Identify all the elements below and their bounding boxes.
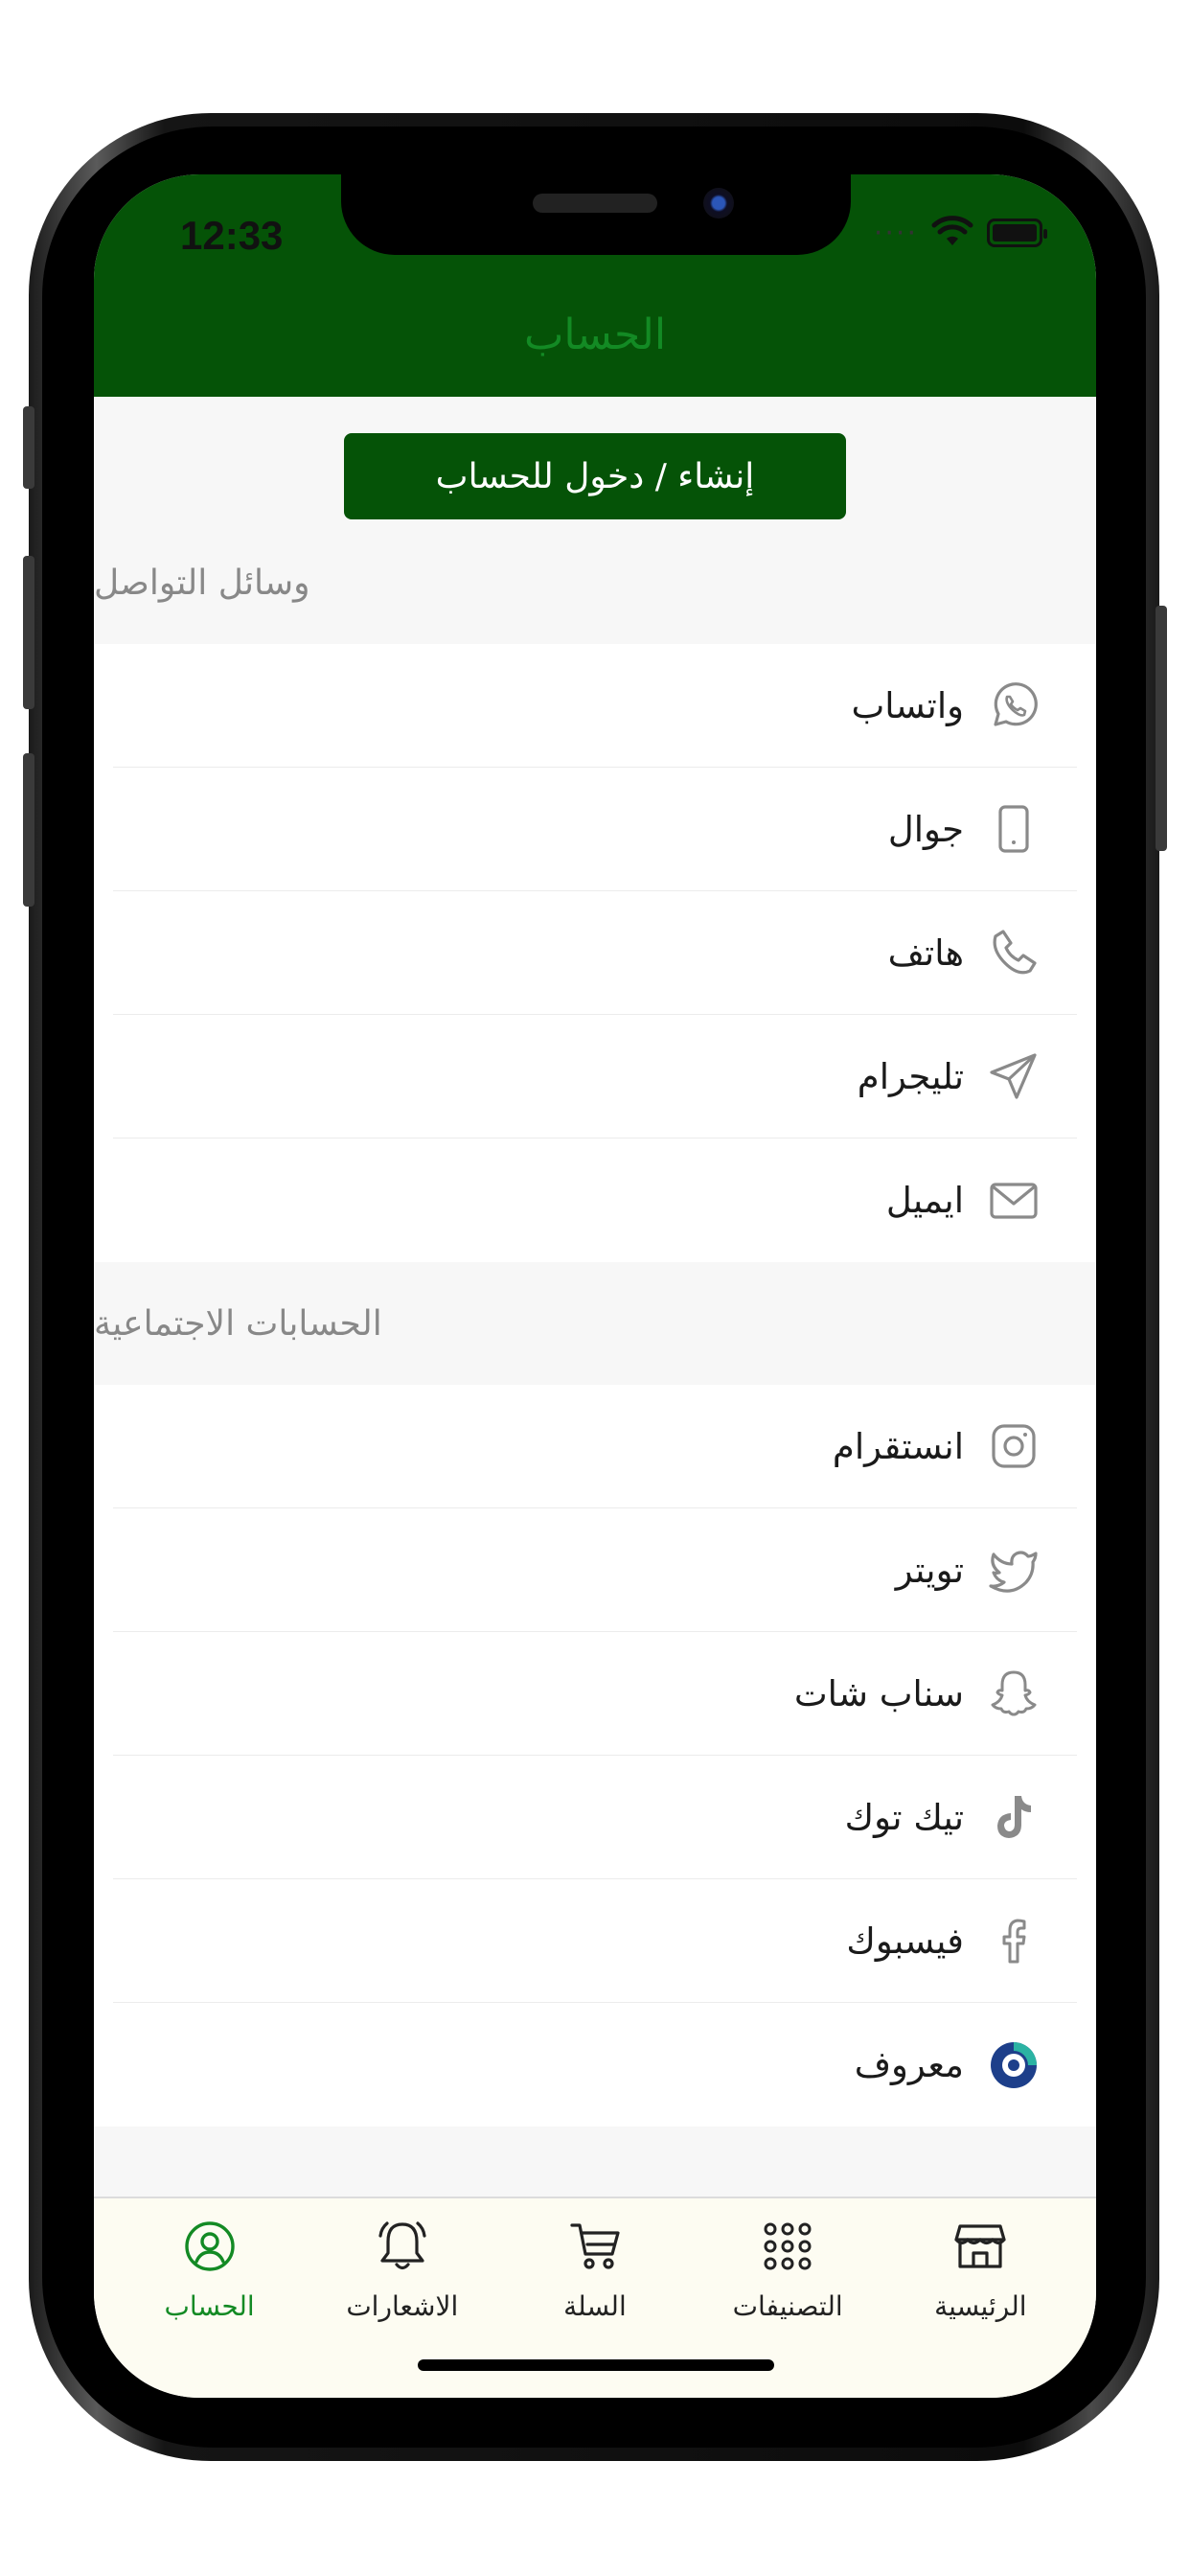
home-indicator xyxy=(418,2359,774,2371)
row-label: معروف xyxy=(854,2044,964,2085)
tiktok-icon xyxy=(985,1788,1042,1846)
contact-item-phone[interactable]: هاتف xyxy=(113,891,1077,1015)
contact-item-email[interactable]: ايميل xyxy=(113,1138,1077,1262)
volume-down-button xyxy=(23,753,34,907)
contact-item-telegram[interactable]: تليجرام xyxy=(113,1015,1077,1138)
social-item-tiktok[interactable]: تيك توك xyxy=(113,1756,1077,1879)
social-item-instagram[interactable]: انستقرام xyxy=(113,1385,1077,1508)
notch xyxy=(341,174,851,255)
tab-list: الرئيسية التصنيفات السلة الاشعارات الحسا… xyxy=(94,2198,1096,2322)
page-title: الحساب xyxy=(523,310,667,359)
row-label: فيسبوك xyxy=(846,1920,964,1962)
cart-icon xyxy=(568,2208,622,2285)
account-icon xyxy=(182,2208,238,2285)
tab-label: الاشعارات xyxy=(346,2290,459,2322)
social-list: انستقرام تويتر سناب شات تيك توك فيسبوك م… xyxy=(94,1385,1096,2127)
row-label: سناب شات xyxy=(793,1672,964,1714)
maroof-icon xyxy=(985,2036,1042,2094)
silent-switch xyxy=(23,406,34,489)
tab-notifications[interactable]: الاشعارات xyxy=(311,2208,493,2322)
speaker xyxy=(533,194,657,213)
tab-cart[interactable]: السلة xyxy=(504,2208,686,2322)
app-screen: 12:33 ···· الحساب إنشاء / دخول للحساب وس… xyxy=(94,174,1096,2398)
row-label: تويتر xyxy=(895,1549,964,1591)
front-camera xyxy=(703,188,734,218)
social-item-twitter[interactable]: تويتر xyxy=(113,1508,1077,1632)
telegram-icon xyxy=(985,1047,1042,1105)
section-title-social: الحسابات الاجتماعية xyxy=(94,1303,382,1344)
store-icon xyxy=(952,2208,1008,2285)
status-indicators: ···· xyxy=(873,215,1047,251)
row-label: ايميل xyxy=(885,1180,964,1221)
contact-item-whatsapp[interactable]: واتساب xyxy=(113,644,1077,768)
social-item-snapchat[interactable]: سناب شات xyxy=(113,1632,1077,1756)
bottom-tab-bar: الرئيسية التصنيفات السلة الاشعارات الحسا… xyxy=(94,2196,1096,2398)
row-label: انستقرام xyxy=(832,1425,964,1467)
row-label: جوال xyxy=(887,808,964,850)
status-time: 12:33 xyxy=(180,213,284,258)
battery-icon xyxy=(987,218,1047,247)
power-button xyxy=(1156,606,1167,851)
row-label: واتساب xyxy=(851,684,964,726)
social-item-maroof[interactable]: معروف xyxy=(113,2003,1077,2127)
bell-icon xyxy=(375,2208,430,2285)
tab-home[interactable]: الرئيسية xyxy=(889,2208,1071,2322)
contact-item-mobile[interactable]: جوال xyxy=(113,768,1077,891)
volume-up-button xyxy=(23,556,34,709)
tab-categories[interactable]: التصنيفات xyxy=(697,2208,879,2322)
tab-label: التصنيفات xyxy=(732,2290,843,2322)
contact-list: واتساب جوال هاتف تليجرام ايميل xyxy=(94,644,1096,1262)
section-title-contact: وسائل التواصل xyxy=(94,563,310,603)
tab-label: الرئيسية xyxy=(934,2290,1027,2322)
signal-icon: ···· xyxy=(873,216,918,250)
mobile-icon xyxy=(985,800,1042,858)
whatsapp-icon xyxy=(985,677,1042,734)
social-item-facebook[interactable]: فيسبوك xyxy=(113,1879,1077,2003)
facebook-icon xyxy=(985,1912,1042,1969)
email-icon xyxy=(985,1172,1042,1230)
row-label: تليجرام xyxy=(857,1055,964,1097)
login-area: إنشاء / دخول للحساب xyxy=(94,397,1096,521)
account-content: إنشاء / دخول للحساب وسائل التواصل واتساب… xyxy=(94,397,1096,2127)
tab-account[interactable]: الحساب xyxy=(119,2208,301,2322)
snapchat-icon xyxy=(985,1665,1042,1722)
grid-icon xyxy=(761,2208,814,2285)
wifi-icon xyxy=(931,215,973,251)
phone-icon xyxy=(985,924,1042,981)
instagram-icon xyxy=(985,1417,1042,1475)
row-label: هاتف xyxy=(887,932,964,974)
tab-label: الحساب xyxy=(164,2290,255,2322)
app-header: 12:33 ···· الحساب xyxy=(94,174,1096,397)
tab-label: السلة xyxy=(563,2290,627,2322)
row-label: تيك توك xyxy=(844,1796,964,1838)
login-signup-button[interactable]: إنشاء / دخول للحساب xyxy=(344,433,846,519)
twitter-icon xyxy=(985,1541,1042,1598)
